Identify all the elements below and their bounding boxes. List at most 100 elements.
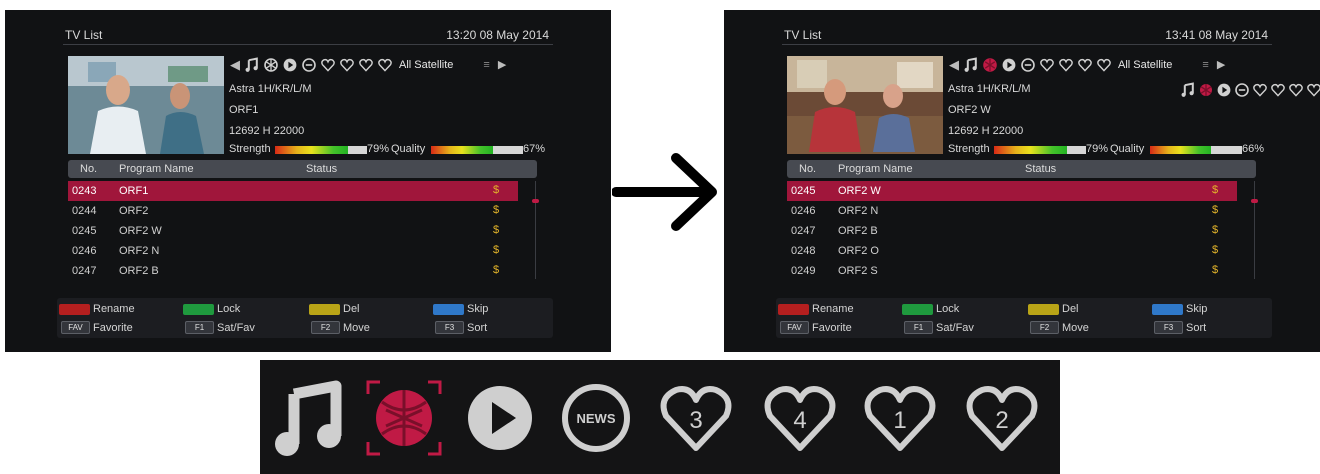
- arrow-right-icon[interactable]: ▶: [1217, 58, 1225, 71]
- favorite-1-icon[interactable]: [1076, 56, 1093, 73]
- table-row[interactable]: 0246 ORF2 N $: [68, 241, 518, 261]
- satellite-name: Astra 1H/KR/L/M: [229, 83, 312, 95]
- table-row[interactable]: 0245 ORF2 W $: [787, 181, 1237, 201]
- favorite-key[interactable]: FAV Favorite: [780, 321, 852, 334]
- favorite-4-icon[interactable]: [338, 56, 355, 73]
- quality-value: 67%: [523, 143, 546, 155]
- favorite-number: 1: [893, 407, 906, 434]
- table-row[interactable]: 0246 ORF2 N $: [787, 201, 1237, 221]
- delete-key[interactable]: Del: [1028, 303, 1079, 315]
- channel-number: 0247: [791, 225, 816, 237]
- arrow-right-icon[interactable]: ▶: [498, 58, 506, 71]
- skip-key[interactable]: Skip: [433, 303, 488, 315]
- sat-fav-key[interactable]: F1 Sat/Fav: [185, 321, 255, 334]
- satellite-name: Astra 1H/KR/L/M: [948, 83, 1031, 95]
- blue-key-swatch: [433, 303, 464, 315]
- arrow-left-icon[interactable]: ◀: [948, 57, 960, 73]
- table-row[interactable]: 0244 ORF2 $: [68, 201, 518, 221]
- arrow-left-icon[interactable]: ◀: [229, 57, 241, 73]
- zoomed-icon-strip: NEWS 3 4 1 2: [260, 360, 1060, 474]
- skip-label: Skip: [467, 303, 489, 315]
- sat-fav-key[interactable]: F1 Sat/Fav: [904, 321, 974, 334]
- sports-icon: [1200, 84, 1212, 96]
- channel-filter-bar[interactable]: ◀ All Satellite ≡ ▶: [229, 56, 506, 73]
- green-key-swatch: [902, 303, 933, 315]
- scrambled-icon: $: [1212, 224, 1219, 236]
- table-row[interactable]: 0245 ORF2 W $: [68, 221, 518, 241]
- move-key[interactable]: F2 Move: [1030, 321, 1089, 334]
- delete-key[interactable]: Del: [309, 303, 360, 315]
- scrollbar-thumb[interactable]: [532, 199, 539, 203]
- channel-filter-bar[interactable]: ◀ All Satellite ≡ ▶: [948, 56, 1225, 73]
- favorite-1-icon[interactable]: [357, 56, 374, 73]
- sort-key[interactable]: F3 Sort: [435, 321, 487, 334]
- blue-key-swatch: [1152, 303, 1183, 315]
- table-row[interactable]: 0243 ORF1 $: [68, 181, 518, 201]
- favorite-4-icon[interactable]: [1057, 56, 1074, 73]
- screen-title: TV List: [784, 28, 822, 42]
- key-legend: Rename Lock Del Skip FAV Favorite F1 Sat/F…: [57, 298, 553, 338]
- favorite-key[interactable]: FAV Favorite: [61, 321, 133, 334]
- strength-bar: [994, 146, 1086, 154]
- sports-icon[interactable]: [262, 56, 279, 73]
- channel-name-cell: ORF2 O: [838, 245, 879, 257]
- favorite-2-icon[interactable]: [376, 56, 393, 73]
- table-row[interactable]: 0248 ORF2 O $: [787, 241, 1237, 261]
- scrollbar[interactable]: [535, 181, 536, 279]
- col-program-name: Program Name: [838, 163, 913, 175]
- del-label: Del: [1062, 303, 1079, 315]
- music-icon[interactable]: [243, 56, 260, 73]
- strength-bar-fill: [275, 146, 348, 154]
- del-label: Del: [343, 303, 360, 315]
- datetime: 13:20 08 May 2014: [446, 28, 549, 42]
- favorite-3-icon[interactable]: [1038, 56, 1055, 73]
- channel-number: 0249: [791, 265, 816, 277]
- channel-name-cell: ORF2 N: [838, 205, 879, 217]
- table-row[interactable]: 0247 ORF2 B $: [68, 261, 518, 281]
- quality-label: Quality: [1110, 143, 1145, 155]
- news-icon[interactable]: [1019, 56, 1036, 73]
- favorite-2-icon[interactable]: [1095, 56, 1112, 73]
- scrollbar[interactable]: [1254, 181, 1255, 279]
- channel-number: 0246: [791, 205, 816, 217]
- scrollbar-thumb[interactable]: [1251, 199, 1258, 203]
- fav-keycap: FAV: [780, 321, 809, 334]
- rename-key[interactable]: Rename: [778, 303, 854, 315]
- list-header: No. Program Name Status: [787, 160, 1256, 178]
- favorite-3-icon: [1253, 83, 1267, 97]
- red-key-swatch: [778, 303, 809, 315]
- table-row[interactable]: 0247 ORF2 B $: [787, 221, 1237, 241]
- table-row[interactable]: 0249 ORF2 S $: [787, 261, 1237, 281]
- rename-key[interactable]: Rename: [59, 303, 135, 315]
- channel-list: 0243 ORF1 $ 0244 ORF2 $ 0245 ORF2 W $ 0246 ORF2…: [68, 181, 518, 281]
- sports-icon[interactable]: [981, 56, 998, 73]
- tv-list-screen-before: TV List 13:20 08 May 2014 ◀ All Satellit…: [5, 10, 611, 352]
- col-status: Status: [1025, 163, 1057, 175]
- channel-number: 0244: [72, 205, 97, 217]
- music-icon: [1181, 82, 1194, 97]
- video-preview: [787, 56, 943, 154]
- skip-key[interactable]: Skip: [1152, 303, 1207, 315]
- quality-bar-fill: [1150, 146, 1211, 154]
- rename-label: Rename: [93, 303, 135, 315]
- channel-list: 0245 ORF2 W $ 0246 ORF2 N $ 0247 ORF2 B $ 0248…: [787, 181, 1237, 281]
- lock-key[interactable]: Lock: [902, 303, 959, 315]
- news-icon[interactable]: [300, 56, 317, 73]
- yellow-key-swatch: [309, 303, 340, 315]
- play-icon[interactable]: [281, 56, 298, 73]
- channel-name-cell: ORF2 B: [838, 225, 878, 237]
- play-icon[interactable]: [1000, 56, 1017, 73]
- lock-key[interactable]: Lock: [183, 303, 240, 315]
- scrambled-icon: $: [1212, 204, 1219, 216]
- satfav-label: Sat/Fav: [936, 321, 974, 334]
- sort-key[interactable]: F3 Sort: [1154, 321, 1206, 334]
- transponder-info: 12692 H 22000: [229, 125, 305, 137]
- move-key[interactable]: F2 Move: [311, 321, 370, 334]
- scrambled-icon: $: [493, 244, 500, 256]
- favorite-2-icon: [1307, 83, 1320, 97]
- satfav-label: Sat/Fav: [217, 321, 255, 334]
- music-icon[interactable]: [962, 56, 979, 73]
- scrambled-icon: $: [493, 184, 500, 196]
- favorite-4-icon: 4: [760, 378, 840, 458]
- favorite-3-icon[interactable]: [319, 56, 336, 73]
